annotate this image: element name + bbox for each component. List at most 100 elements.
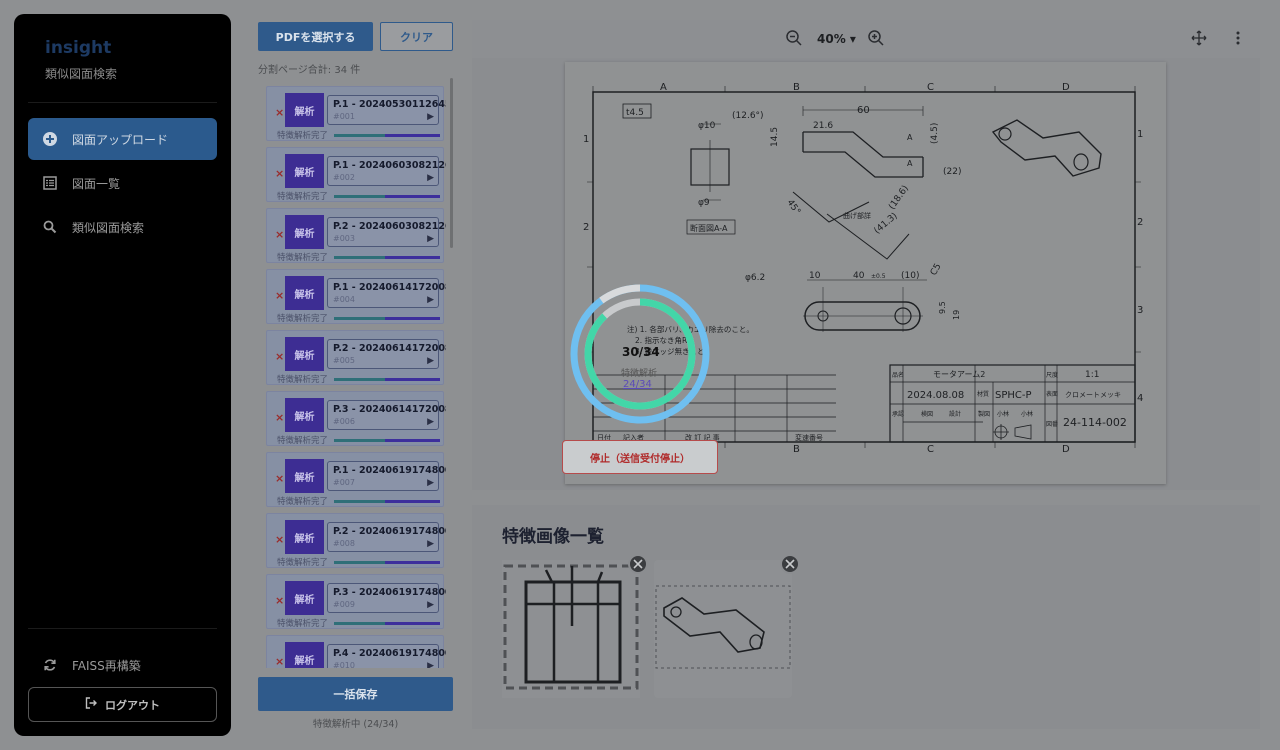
zoom-level[interactable]: 40% ▾ — [817, 32, 856, 46]
logout-icon — [85, 697, 97, 712]
page-card[interactable]: × 解析 P.1 - 20240619174800 #007 ▶ 特徴解析完了 — [266, 452, 446, 507]
page-info[interactable]: P.2 - 20240619174800 #008 ▶ — [327, 522, 446, 552]
remove-icon[interactable]: × — [275, 167, 284, 180]
page-info[interactable]: P.2 - 20240614172008 #005 ▶ — [327, 339, 446, 369]
zoom-out-icon[interactable] — [785, 29, 803, 51]
page-info[interactable]: P.2 - 20240603082126 #003 ▶ — [327, 217, 446, 247]
page-number: #002 — [333, 173, 355, 182]
page-card[interactable]: ×解析P.4 - 20240619174800#010▶特徴解析完了 — [266, 635, 446, 668]
tb-material: SPHC-P — [995, 390, 1032, 401]
tb-designer: 小林 — [1021, 410, 1033, 418]
page-info[interactable]: P.1 - 20240614172008 #004 ▶ — [327, 278, 446, 308]
play-icon[interactable]: ▶ — [427, 600, 434, 610]
tb-finish: クロメートメッキ — [1065, 391, 1121, 399]
page-card[interactable]: × 解析 P.1 - 20240603082126 #002 ▶ 特徴解析完了 — [266, 147, 446, 202]
more-options-icon[interactable] — [1234, 29, 1242, 51]
save-all-button[interactable]: 一括保存 — [258, 677, 453, 711]
close-icon[interactable] — [780, 554, 800, 574]
analyze-button[interactable]: 解析 — [285, 642, 324, 668]
remove-icon[interactable]: × — [275, 472, 284, 485]
feature-thumb-2[interactable] — [654, 560, 792, 698]
remove-icon[interactable]: × — [275, 106, 284, 119]
nav-similar-search[interactable]: 類似図面検索 — [28, 206, 217, 248]
page-info[interactable]: P.4 - 20240619174800 #010 ▶ — [327, 644, 446, 668]
stop-button[interactable]: 停止（送信受付停止） — [562, 440, 718, 474]
analyze-button[interactable]: 解析 — [285, 154, 324, 188]
revision-no-header: 変速番号 — [795, 433, 823, 442]
analyze-button[interactable]: 解析 — [285, 520, 324, 554]
play-icon[interactable]: ▶ — [427, 112, 434, 122]
analyze-button[interactable]: 解析 — [285, 459, 324, 493]
page-progress-bar — [334, 256, 440, 259]
page-list: × 解析 P.1 - 20240530112645 #001 ▶ 特徴解析完了 × 解析 P.1… — [266, 86, 446, 668]
analyze-button[interactable]: 解析 — [285, 581, 324, 615]
tb-scale-header: 尺度 — [1046, 371, 1058, 379]
page-info[interactable]: P.1 - 20240619174800 #007 ▶ — [327, 461, 446, 491]
dim-40: 40 — [853, 271, 865, 281]
plus-circle-icon — [28, 131, 72, 147]
page-info[interactable]: P.3 - 20240614172008 #006 ▶ — [327, 400, 446, 430]
faiss-rebuild-button[interactable]: FAISS再構築 — [28, 644, 217, 686]
col-label-a: A — [660, 82, 667, 93]
dim-angle: (12.6°) — [732, 111, 764, 121]
page-info[interactable]: P.1 - 20240530112645 #001 ▶ — [327, 95, 446, 125]
progress-subcount: 24/34 — [623, 379, 652, 390]
play-icon[interactable]: ▶ — [427, 356, 434, 366]
play-icon[interactable]: ▶ — [427, 295, 434, 305]
page-card[interactable]: × 解析 P.2 - 20240603082126 #003 ▶ 特徴解析完了 — [266, 208, 446, 263]
play-icon[interactable]: ▶ — [427, 478, 434, 488]
page-card[interactable]: × 解析 P.1 - 20240530112645 #001 ▶ 特徴解析完了 — [266, 86, 446, 141]
page-progress-bar — [334, 622, 440, 625]
brand-logo: insight — [45, 38, 112, 58]
dim-phi9: φ9 — [698, 198, 710, 208]
analyze-button[interactable]: 解析 — [285, 215, 324, 249]
play-icon[interactable]: ▶ — [427, 661, 434, 668]
page-name: P.1 - 20240530112645 — [333, 99, 446, 110]
sidebar-divider-bottom — [28, 628, 217, 629]
nav-upload[interactable]: 図面アップロード — [28, 118, 217, 160]
analyze-button[interactable]: 解析 — [285, 337, 324, 371]
play-icon[interactable]: ▶ — [427, 234, 434, 244]
nav-list[interactable]: 図面一覧 — [28, 162, 217, 204]
page-card[interactable]: × 解析 P.2 - 20240619174800 #008 ▶ 特徴解析完了 — [266, 513, 446, 568]
remove-icon[interactable]: × — [275, 411, 284, 424]
col-label-c: C — [927, 82, 934, 93]
close-icon[interactable] — [628, 554, 648, 574]
dim-45deg: 45° — [785, 198, 802, 217]
analyze-button[interactable]: 解析 — [285, 93, 324, 127]
remove-icon[interactable]: × — [275, 655, 284, 668]
page-card[interactable]: × 解析 P.3 - 20240619174800 #009 ▶ 特徴解析完了 — [266, 574, 446, 629]
play-icon[interactable]: ▶ — [427, 417, 434, 427]
page-info[interactable]: P.3 - 20240619174800 #009 ▶ — [327, 583, 446, 613]
progress-label: 特徴解析 — [621, 369, 658, 379]
col-label-d-bottom: D — [1062, 444, 1070, 455]
clear-button[interactable]: クリア — [380, 22, 453, 51]
page-number: #009 — [333, 600, 355, 609]
page-card[interactable]: × 解析 P.2 - 20240614172008 #005 ▶ 特徴解析完了 — [266, 330, 446, 385]
logout-button[interactable]: ログアウト — [28, 687, 217, 722]
feature-thumb-1[interactable] — [502, 560, 640, 698]
page-progress-bar — [334, 500, 440, 503]
row-label-3-right: 3 — [1137, 305, 1143, 316]
tb-check: 検図 — [921, 410, 933, 418]
play-icon[interactable]: ▶ — [427, 173, 434, 183]
analyze-button[interactable]: 解析 — [285, 276, 324, 310]
remove-icon[interactable]: × — [275, 350, 284, 363]
page-list-scrollbar[interactable] — [450, 78, 453, 248]
page-info[interactable]: P.1 - 20240603082126 #002 ▶ — [327, 156, 446, 186]
select-pdf-button[interactable]: PDFを選択する — [258, 22, 373, 51]
play-icon[interactable]: ▶ — [427, 539, 434, 549]
page-card[interactable]: × 解析 P.1 - 20240614172008 #004 ▶ 特徴解析完了 — [266, 269, 446, 324]
analyze-button[interactable]: 解析 — [285, 398, 324, 432]
remove-icon[interactable]: × — [275, 594, 284, 607]
page-status: 特徴解析完了 — [277, 192, 329, 202]
remove-icon[interactable]: × — [275, 228, 284, 241]
zoom-in-icon[interactable] — [867, 29, 885, 51]
remove-icon[interactable]: × — [275, 289, 284, 302]
page-card[interactable]: × 解析 P.3 - 20240614172008 #006 ▶ 特徴解析完了 — [266, 391, 446, 446]
page-progress-bar — [334, 378, 440, 381]
remove-icon[interactable]: × — [275, 533, 284, 546]
pan-move-icon[interactable] — [1190, 29, 1208, 51]
tb-number: 24-114-002 — [1063, 416, 1127, 429]
thickness-note: t4.5 — [626, 108, 644, 118]
